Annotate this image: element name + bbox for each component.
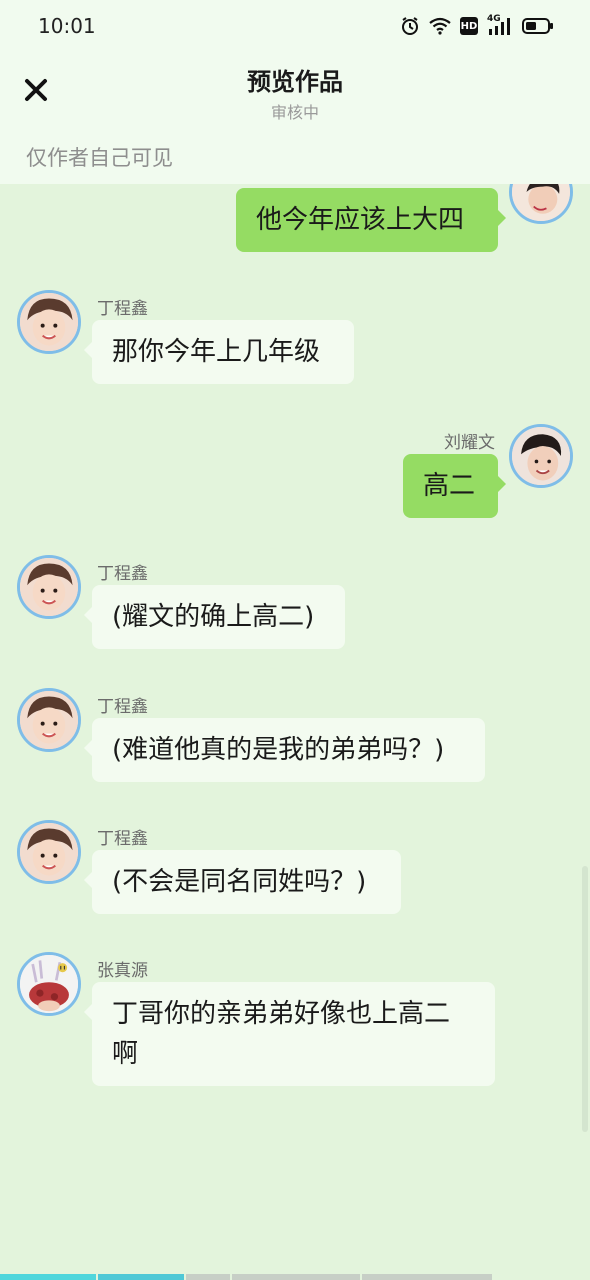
scrollbar[interactable] [582,866,588,1132]
chat-area[interactable]: 他今年应该上大四 丁程鑫 那你今年上几年级 刘耀文 高二 丁程鑫 (耀文的确上高… [0,184,590,1274]
sender-name: 刘耀文 [444,433,495,453]
hd-icon: HD [460,17,478,35]
battery-icon [522,17,554,35]
avatar[interactable] [17,688,81,752]
visibility-note: 仅作者自己可见 [26,146,173,170]
message-bubble[interactable]: 丁哥你的亲弟弟好像也上高二啊 [84,982,495,1086]
alarm-icon [400,16,420,36]
status-time: 10:01 [38,14,96,38]
message-bubble[interactable]: (难道他真的是我的弟弟吗？) [84,718,485,782]
wifi-icon [429,17,451,35]
message-text: (难道他真的是我的弟弟吗？) [112,735,445,765]
avatar[interactable] [509,184,573,224]
status-bar: 10:01 HD 4G [0,0,590,52]
progress-segment [186,1274,230,1280]
progress-bar [0,1274,590,1280]
message-text: (耀文的确上高二) [112,602,315,632]
progress-segment [232,1274,360,1280]
message-text: 那你今年上几年级 [112,337,321,367]
avatar[interactable] [17,952,81,1016]
message-text: 丁哥你的亲弟弟好像也上高二啊 [112,999,451,1069]
avatar[interactable] [17,290,81,354]
avatar[interactable] [17,820,81,884]
progress-segment [0,1274,96,1280]
message-text: 他今年应该上大四 [256,205,465,235]
message-bubble[interactable]: (耀文的确上高二) [84,585,345,649]
review-status: 审核中 [270,103,319,122]
header: 预览作品 审核中 仅作者自己可见 [0,52,590,184]
avatar[interactable] [17,555,81,619]
sender-name: 张真源 [97,961,148,981]
signal-4g-icon: 4G [487,14,513,36]
message-bubble[interactable]: 高二 [403,454,506,518]
sender-name: 丁程鑫 [97,299,148,319]
avatar[interactable] [509,424,573,488]
sender-name: 丁程鑫 [97,697,148,717]
message-bubble[interactable]: 那你今年上几年级 [84,320,354,384]
message-bubble[interactable]: (不会是同名同姓吗？) [84,850,401,914]
status-icons: HD 4G [400,14,554,36]
sender-name: 丁程鑫 [97,564,148,584]
message-bubble[interactable]: 他今年应该上大四 [236,188,506,252]
page-title: 预览作品 [247,68,343,96]
progress-segment [98,1274,184,1280]
message-text: 高二 [423,471,476,501]
progress-segment [362,1274,492,1280]
message-text: (不会是同名同姓吗？) [112,867,367,897]
sender-name: 丁程鑫 [97,829,148,849]
